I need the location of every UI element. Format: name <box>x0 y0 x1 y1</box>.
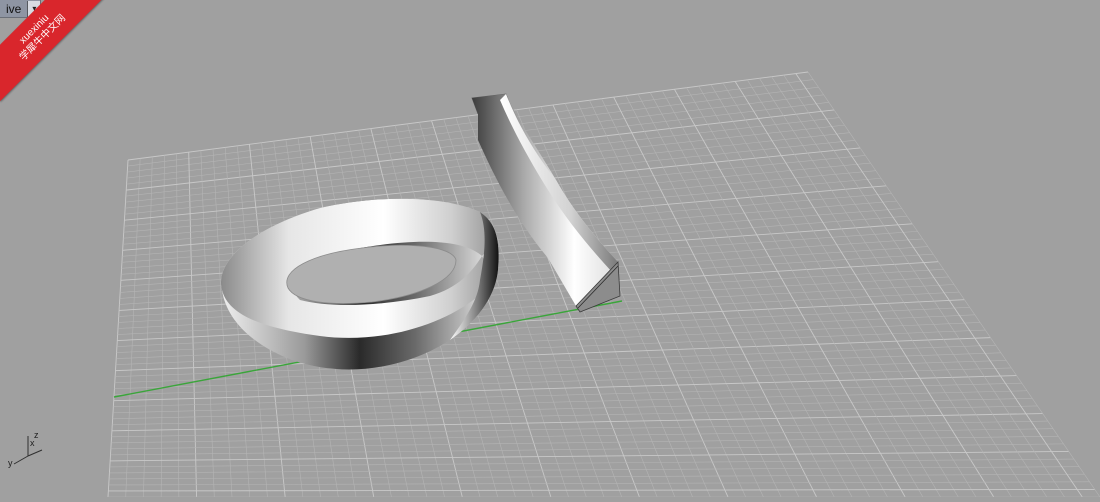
axis-z-label: z <box>34 430 39 440</box>
axis-y-label: y <box>8 458 13 468</box>
viewport-canvas[interactable] <box>0 0 1100 498</box>
perspective-viewport[interactable]: ive ▾ xuexiniu 学犀牛中文网 z y x <box>0 0 1100 498</box>
viewport-title-label[interactable]: ive <box>4 2 27 16</box>
world-axes-icon: z y x <box>8 430 43 468</box>
axis-x-label: x <box>30 438 35 448</box>
